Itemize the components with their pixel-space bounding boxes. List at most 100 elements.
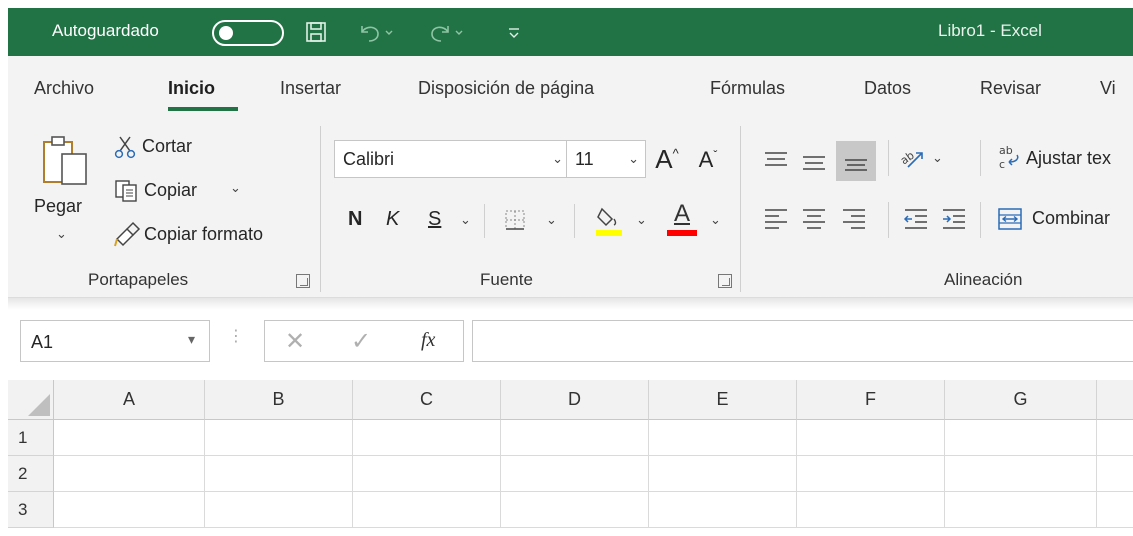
cell[interactable] xyxy=(797,492,945,528)
cell[interactable] xyxy=(353,492,501,528)
tab-disposicion[interactable]: Disposición de página xyxy=(418,78,594,99)
cell[interactable] xyxy=(501,456,649,492)
column-header-c[interactable]: C xyxy=(353,380,501,420)
copy-label[interactable]: Copiar xyxy=(144,180,197,201)
italic-button[interactable]: K xyxy=(386,208,399,231)
orientation-chevron-icon[interactable]: ⌄ xyxy=(932,150,943,166)
align-right-icon[interactable] xyxy=(838,202,870,234)
bold-button[interactable]: N xyxy=(348,208,362,231)
font-color-chevron-icon[interactable]: ⌄ xyxy=(710,212,721,228)
cell[interactable] xyxy=(649,456,797,492)
tab-datos[interactable]: Datos xyxy=(864,78,911,99)
cut-label[interactable]: Cortar xyxy=(142,136,192,157)
align-separator xyxy=(888,202,889,238)
cell[interactable] xyxy=(649,420,797,456)
tab-formulas[interactable]: Fórmulas xyxy=(710,78,785,99)
underline-chevron-icon[interactable]: ⌄ xyxy=(460,212,471,228)
cell[interactable] xyxy=(353,456,501,492)
column-header-e[interactable]: E xyxy=(649,380,797,420)
tab-archivo[interactable]: Archivo xyxy=(34,78,94,99)
cell[interactable] xyxy=(54,456,205,492)
decrease-font-size-icon[interactable]: Aˇ xyxy=(690,144,726,176)
cell[interactable] xyxy=(353,420,501,456)
increase-indent-icon[interactable] xyxy=(938,202,970,234)
cell[interactable] xyxy=(797,420,945,456)
column-header-a[interactable]: A xyxy=(54,380,205,420)
cell[interactable] xyxy=(205,456,353,492)
increase-font-size-icon[interactable]: A ^ xyxy=(648,142,686,176)
cell[interactable] xyxy=(1097,456,1133,492)
redo-icon[interactable] xyxy=(426,19,466,45)
borders-icon[interactable] xyxy=(500,204,530,236)
align-separator xyxy=(980,140,981,176)
format-painter-label[interactable]: Copiar formato xyxy=(144,224,263,245)
cell[interactable] xyxy=(945,492,1097,528)
fill-color-chevron-icon[interactable]: ⌄ xyxy=(636,212,647,228)
align-middle-icon[interactable] xyxy=(798,146,830,178)
tab-vista[interactable]: Vi xyxy=(1100,78,1116,99)
select-all-corner[interactable] xyxy=(8,380,54,420)
cell[interactable] xyxy=(54,420,205,456)
column-header-f[interactable]: F xyxy=(797,380,945,420)
paste-label[interactable]: Pegar xyxy=(34,196,82,217)
cell[interactable] xyxy=(649,492,797,528)
formula-input[interactable] xyxy=(472,320,1133,362)
tab-insertar[interactable]: Insertar xyxy=(280,78,341,99)
formula-bar-grip-icon[interactable]: ⋮ xyxy=(228,326,244,346)
save-icon[interactable] xyxy=(304,19,328,45)
row-header-3[interactable]: 3 xyxy=(8,492,54,528)
cell[interactable] xyxy=(945,420,1097,456)
scissors-icon[interactable] xyxy=(112,134,138,160)
column-header-partial[interactable] xyxy=(1097,380,1133,420)
underline-button[interactable]: S xyxy=(428,208,441,231)
undo-icon[interactable] xyxy=(356,19,396,45)
cell[interactable] xyxy=(501,492,649,528)
paste-dropdown-chevron-icon[interactable]: ⌄ xyxy=(56,226,67,242)
tab-revisar[interactable]: Revisar xyxy=(980,78,1041,99)
font-launcher-icon[interactable] xyxy=(718,274,732,288)
cell[interactable] xyxy=(205,492,353,528)
align-top-icon[interactable] xyxy=(760,144,792,176)
fill-color-icon[interactable] xyxy=(592,202,626,238)
copy-dropdown-chevron-icon[interactable]: ⌄ xyxy=(230,180,241,196)
clipboard-paste-icon[interactable] xyxy=(36,132,94,188)
row-header-1[interactable]: 1 xyxy=(8,420,54,456)
wrap-text-icon[interactable]: ab c xyxy=(996,142,1024,174)
name-box-chevron-icon[interactable]: ▾ xyxy=(188,331,195,348)
autosave-toggle[interactable] xyxy=(212,20,284,46)
column-header-b[interactable]: B xyxy=(205,380,353,420)
cell[interactable] xyxy=(945,456,1097,492)
wrap-text-label[interactable]: Ajustar tex xyxy=(1026,148,1111,169)
customize-toolbar-icon[interactable] xyxy=(506,19,522,45)
cell[interactable] xyxy=(1097,492,1133,528)
copy-icon[interactable] xyxy=(112,178,142,204)
cell[interactable] xyxy=(54,492,205,528)
font-size-chevron-icon[interactable]: ⌄ xyxy=(628,151,639,167)
align-center-icon[interactable] xyxy=(798,202,830,234)
font-color-icon[interactable]: A xyxy=(664,200,700,238)
tab-inicio[interactable]: Inicio xyxy=(168,78,215,99)
insert-function-icon[interactable]: fx xyxy=(421,329,435,352)
clipboard-launcher-icon[interactable] xyxy=(296,274,310,288)
align-left-icon[interactable] xyxy=(760,202,792,234)
column-header-d[interactable]: D xyxy=(501,380,649,420)
cancel-icon[interactable]: ✕ xyxy=(285,327,305,356)
font-name-chevron-icon[interactable]: ⌄ xyxy=(552,151,563,167)
decrease-indent-icon[interactable] xyxy=(900,202,932,234)
merge-center-icon[interactable] xyxy=(996,204,1024,234)
cell[interactable] xyxy=(205,420,353,456)
column-header-g[interactable]: G xyxy=(945,380,1097,420)
font-name-select[interactable]: Calibri ⌄ xyxy=(334,140,570,178)
format-painter-icon[interactable] xyxy=(112,220,142,248)
cell[interactable] xyxy=(501,420,649,456)
cell[interactable] xyxy=(1097,420,1133,456)
orientation-icon[interactable]: ab xyxy=(896,142,928,174)
align-bottom-icon[interactable] xyxy=(840,146,872,178)
cell[interactable] xyxy=(797,456,945,492)
name-box[interactable]: A1 ▾ xyxy=(20,320,210,362)
row-header-2[interactable]: 2 xyxy=(8,456,54,492)
merge-label[interactable]: Combinar xyxy=(1032,208,1110,229)
borders-chevron-icon[interactable]: ⌄ xyxy=(546,212,557,228)
font-size-select[interactable]: 11 ⌄ xyxy=(566,140,646,178)
enter-icon[interactable]: ✓ xyxy=(351,327,371,356)
